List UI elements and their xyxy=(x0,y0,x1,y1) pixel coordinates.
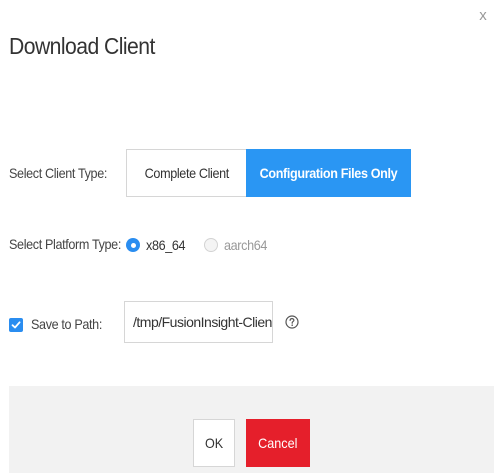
platform-radio-aarch64[interactable] xyxy=(204,238,218,252)
platform-type-label: Select Platform Type: xyxy=(9,236,121,252)
dialog-title: Download Client xyxy=(9,33,155,59)
ok-button[interactable]: OK xyxy=(193,419,235,467)
question-circle-icon[interactable] xyxy=(285,315,299,329)
client-type-option-configuration-label: Configuration Files Only xyxy=(259,165,398,181)
save-to-path-label: Save to Path: xyxy=(31,316,102,332)
client-type-option-complete[interactable]: Complete Client xyxy=(126,149,246,197)
client-type-label: Select Client Type: xyxy=(9,165,107,181)
save-to-path-checkbox[interactable] xyxy=(9,318,23,332)
close-icon[interactable]: x xyxy=(476,8,490,24)
platform-radio-x86[interactable] xyxy=(126,238,140,252)
download-client-dialog: x Download Client Select Client Type: Co… xyxy=(0,0,494,473)
platform-radio-aarch64-label[interactable]: aarch64 xyxy=(224,237,267,253)
cancel-button-label: Cancel xyxy=(258,435,298,451)
client-type-option-configuration[interactable]: Configuration Files Only xyxy=(246,149,411,197)
client-type-option-complete-label: Complete Client xyxy=(144,165,229,181)
save-path-input[interactable] xyxy=(124,301,273,343)
ok-button-label: OK xyxy=(204,435,224,451)
checkmark-icon xyxy=(11,321,21,329)
cancel-button[interactable]: Cancel xyxy=(246,419,310,467)
platform-radio-x86-label[interactable]: x86_64 xyxy=(146,237,186,253)
